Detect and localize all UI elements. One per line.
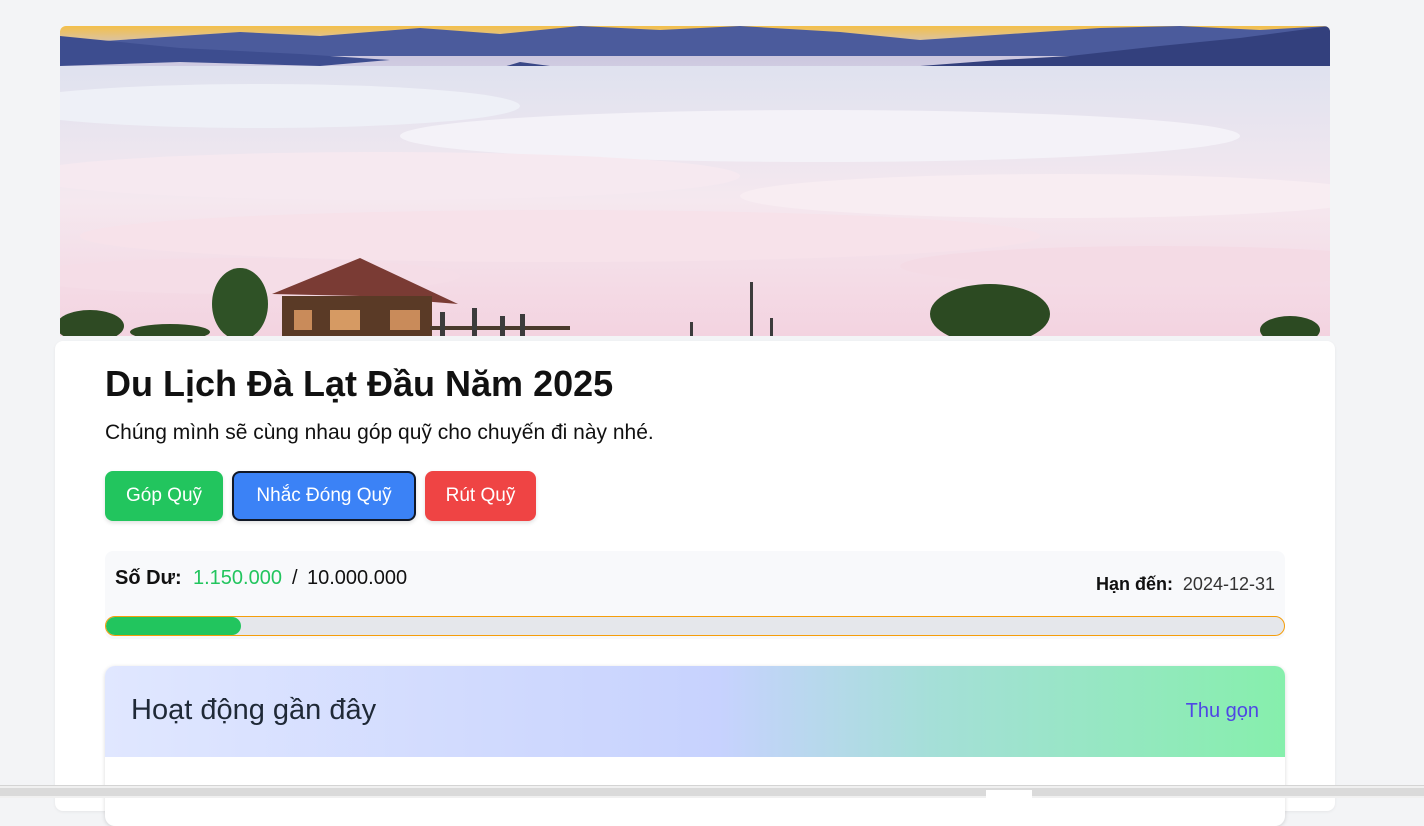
balance-target-amount: 10.000.000 [307, 567, 408, 589]
fund-progress-fill [106, 617, 242, 635]
fund-progress-bar [105, 616, 1285, 636]
remind-payment-button[interactable]: Nhắc Đóng Quỹ [232, 471, 416, 521]
balance-panel: Số Dư: 1.150.000 / 10.000.000 Hạn đến: 2… [105, 551, 1285, 639]
fund-description: Chúng mình sẽ cùng nhau góp quỹ cho chuy… [105, 421, 654, 444]
deadline-label: Hạn đến: [1095, 574, 1173, 594]
balance-separator: / [292, 567, 298, 589]
fund-title: Du Lịch Đà Lạt Đầu Năm 2025 [105, 363, 614, 404]
balance-current-amount: 1.150.000 [193, 567, 282, 589]
recent-activity-panel: Hoạt động gần đây Thu gọn [105, 666, 1285, 826]
horizontal-scrollbar[interactable] [0, 785, 1424, 798]
hero-image [60, 26, 1330, 336]
scrollbar-thumb[interactable] [0, 788, 1424, 796]
collapse-button[interactable]: Thu gọn [1186, 700, 1259, 723]
recent-activity-title: Hoạt động gần đây [131, 694, 377, 726]
deadline-value: 2024-12-31 [1182, 574, 1275, 594]
balance-label: Số Dư: [115, 567, 182, 589]
recent-activity-header: Hoạt động gần đây Thu gọn [105, 666, 1285, 757]
withdraw-button[interactable]: Rút Quỹ [425, 471, 536, 521]
contribute-button[interactable]: Góp Quỹ [105, 471, 223, 521]
fund-card: Du Lịch Đà Lạt Đầu Năm 2025 Chúng mình s… [55, 341, 1335, 826]
